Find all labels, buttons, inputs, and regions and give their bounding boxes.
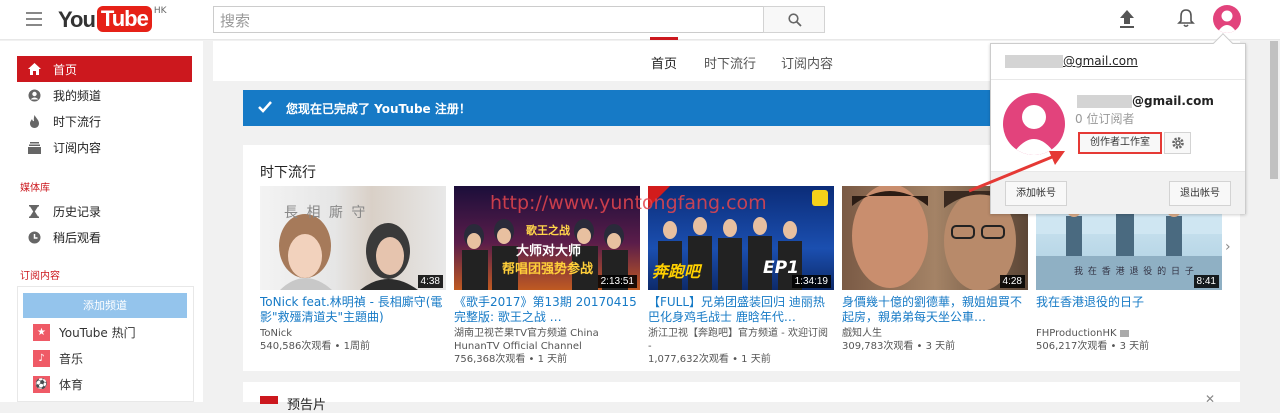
search-icon <box>788 13 802 27</box>
youtube-logo[interactable]: You Tube HK <box>58 6 167 34</box>
gear-icon <box>1171 137 1184 149</box>
top-bar: You Tube HK 搜索 <box>0 0 1280 40</box>
video-channel[interactable]: 湖南卫视芒果TV官方频道 China HunanTV Official Chan… <box>454 327 640 353</box>
active-tab-indicator <box>650 37 678 40</box>
annotation-arrow-icon <box>968 151 1065 193</box>
video-title[interactable]: 我在香港退役的日子 <box>1036 295 1222 325</box>
library-section-title: 媒体库 <box>20 183 50 194</box>
duration-badge: 4:28 <box>999 275 1025 288</box>
checkmark-icon <box>258 101 272 113</box>
video-meta: 540,586次观看 • 1周前 <box>260 341 370 352</box>
registration-banner: 您现在已完成了 YouTube 注册！ <box>243 90 1043 126</box>
sidebar: 首页 我的频道 时下流行 订阅内容 媒体库 历史记录 稍后观看 订阅内容 添加频… <box>0 41 203 402</box>
sidebar-item-watch-later[interactable]: 稍后观看 <box>17 224 192 250</box>
home-icon <box>27 62 41 76</box>
subscriptions-icon <box>27 140 41 154</box>
notification-bell-icon[interactable] <box>1177 8 1195 28</box>
add-channel-button[interactable]: 添加频道 <box>23 293 187 318</box>
sidebar-item-history[interactable]: 历史记录 <box>17 198 192 224</box>
sidebar-item-home[interactable]: 首页 <box>17 56 192 82</box>
sidebar-item-trending[interactable]: 时下流行 <box>17 108 192 134</box>
video-thumbnail[interactable]: 長 相 廝 守 4:38 <box>260 186 446 290</box>
star-icon: ★ <box>33 324 50 341</box>
duration-badge: 2:13:51 <box>597 275 637 288</box>
sidebar-item-subscriptions[interactable]: 订阅内容 <box>17 134 192 160</box>
shelf-title[interactable]: 时下流行 <box>260 162 316 182</box>
scrollbar-thumb[interactable] <box>1270 41 1278 179</box>
video-channel[interactable]: 戲知人生 <box>842 327 1028 340</box>
video-meta: 309,783次观看 • 3 天前 <box>842 341 956 352</box>
subscriber-count: 0 位订阅者 <box>1075 112 1135 126</box>
tab-trending[interactable]: 时下流行 <box>704 53 756 72</box>
account-email: @gmail.com <box>1077 94 1214 108</box>
sign-out-button[interactable]: 退出帐号 <box>1169 181 1231 206</box>
verified-icon <box>1119 329 1129 337</box>
video-title[interactable]: 《歌手2017》第13期 20170415完整版: 歌王之战 … <box>454 295 640 325</box>
ball-icon: ⚽ <box>33 376 50 393</box>
user-circle-icon <box>27 88 41 102</box>
chevron-right-icon[interactable]: › <box>1225 239 1231 255</box>
sidebar-item-my-channel[interactable]: 我的频道 <box>17 82 192 108</box>
subscription-sports[interactable]: ⚽ 体育 <box>33 376 83 393</box>
hourglass-icon <box>27 204 41 218</box>
user-silhouette-icon <box>1217 10 1237 33</box>
duration-badge: 4:38 <box>417 275 443 288</box>
upload-icon[interactable] <box>1118 9 1136 29</box>
close-icon[interactable]: ✕ <box>1205 392 1215 406</box>
divider <box>991 79 1245 80</box>
video-channel[interactable]: ToNick <box>260 327 446 340</box>
video-title[interactable]: 身價幾十億的劉德華，親姐姐買不起房，親弟弟每天坐公車… <box>842 295 1028 325</box>
video-title[interactable]: 【FULL】兄弟团盛装回归 迪丽热巴化身鸡毛战士 鹿晗年代… <box>648 295 834 325</box>
watermark-text: http://www.yuntongfang.com <box>490 192 767 214</box>
redacted-block <box>1077 94 1132 108</box>
search-button[interactable] <box>763 6 825 33</box>
account-avatar[interactable] <box>1213 5 1241 33</box>
flame-icon <box>27 114 41 128</box>
subscription-music[interactable]: ♪ 音乐 <box>33 350 83 367</box>
duration-badge: 1:34:19 <box>791 275 831 288</box>
subscription-youtube-trending[interactable]: ★ YouTube 热门 <box>33 324 136 341</box>
video-meta: 756,368次观看 • 1 天前 <box>454 354 568 365</box>
video-title[interactable]: ToNick feat.林明禎 - 長相廝守(電影"救殭清道夫"主題曲) <box>260 295 446 325</box>
settings-button[interactable] <box>1164 132 1191 154</box>
tab-home[interactable]: 首页 <box>651 53 677 72</box>
subscriptions-section-title: 订阅内容 <box>20 271 60 282</box>
channel-badge-icon <box>260 396 278 404</box>
creator-studio-button[interactable]: 创作者工作室 <box>1078 132 1162 154</box>
redacted-block <box>1005 54 1063 68</box>
region-label: HK <box>153 6 167 16</box>
video-channel[interactable]: FHProductionHK <box>1036 327 1222 340</box>
video-meta: 1,077,632次观看 • 1 天前 <box>648 354 771 365</box>
music-note-icon: ♪ <box>33 350 50 367</box>
clock-icon <box>27 230 41 244</box>
video-card[interactable]: 長 相 廝 守 4:38 ToNick feat.林明禎 - 長相廝守(電影"救… <box>260 186 446 353</box>
hamburger-menu-icon[interactable] <box>26 12 42 26</box>
video-channel[interactable]: 浙江卫视【奔跑吧】官方频道 - 欢迎订阅 - <box>648 327 834 353</box>
video-meta: 506,217次观看 • 3 天前 <box>1036 341 1150 352</box>
tab-subscriptions[interactable]: 订阅内容 <box>781 53 833 72</box>
search-input[interactable]: 搜索 <box>213 6 764 33</box>
duration-badge: 8:41 <box>1193 275 1219 288</box>
trailers-shelf: 预告片 ✕ <box>243 382 1240 413</box>
page-scrollbar[interactable] <box>1267 41 1280 402</box>
account-email-header: @gmail.com <box>1005 54 1138 68</box>
shelf-title[interactable]: 预告片 <box>287 394 326 413</box>
